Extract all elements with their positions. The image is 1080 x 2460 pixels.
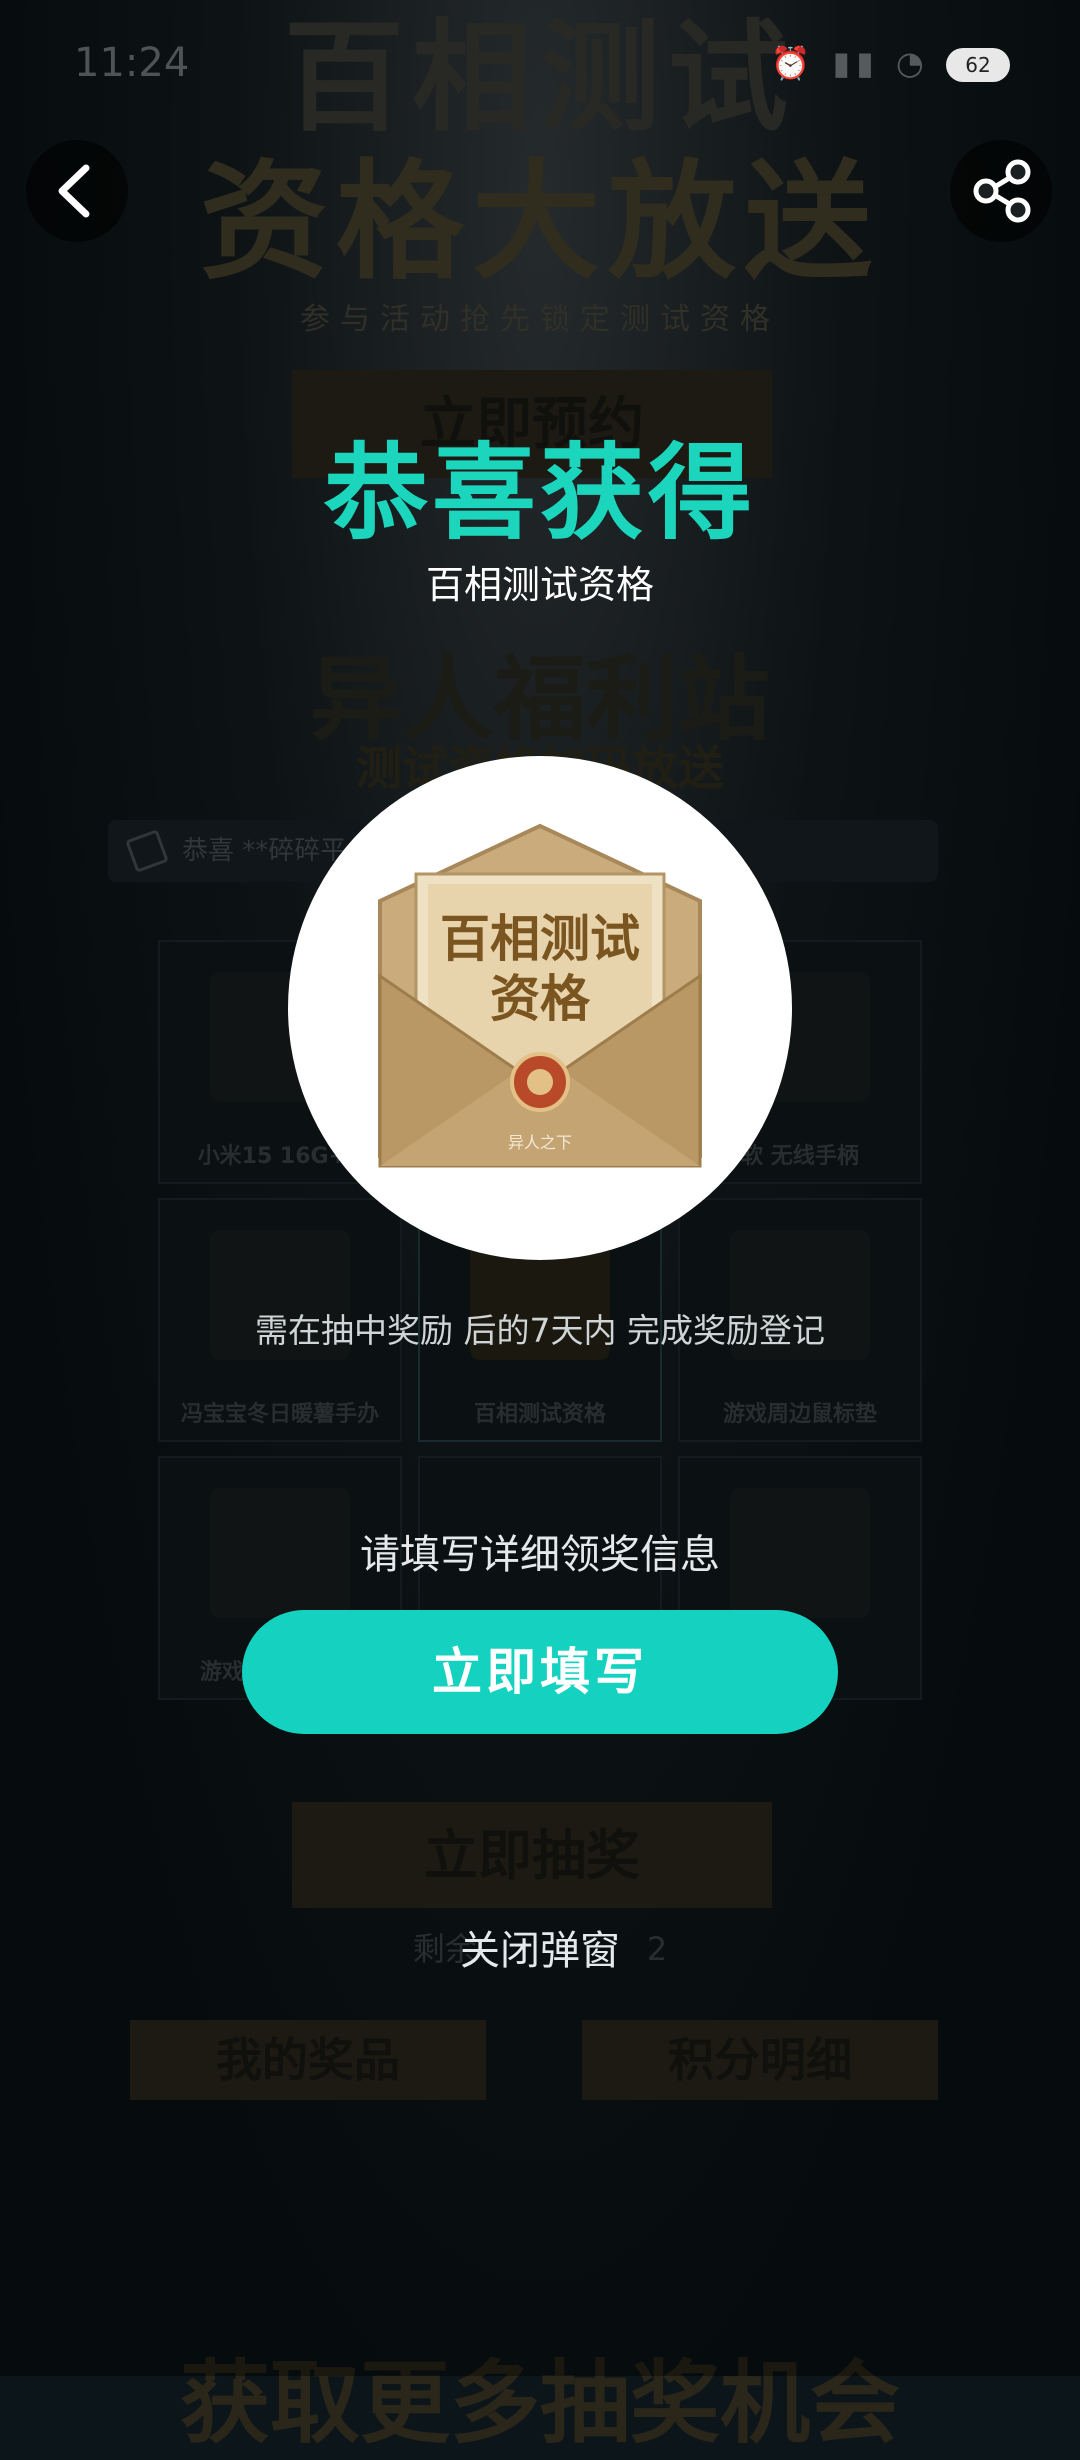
status-icons: ⏰ ▮▮ ◔ 62: [770, 44, 1010, 82]
envelope-icon: 百相测试 资格 异人之下: [378, 823, 702, 1168]
wifi-icon: ◔: [895, 44, 930, 82]
fill-info-tip: 请填写详细领奖信息: [360, 1532, 720, 1578]
congrats-heading: 恭喜获得: [323, 432, 756, 554]
prize-image: 百相测试 资格 异人之下: [288, 756, 792, 1260]
envelope-text-line1: 百相测试: [440, 909, 640, 968]
envelope-footer: 异人之下: [508, 1133, 572, 1152]
status-bar: 11:24 ⏰ ▮▮ ◔ 62: [0, 0, 1080, 120]
signal-icon: ▮▮: [832, 44, 880, 82]
prize-name: 百相测试资格: [425, 563, 654, 607]
fill-now-button[interactable]: 立即填写: [242, 1610, 838, 1734]
envelope-text-line2: 资格: [490, 969, 591, 1028]
close-popup-link[interactable]: 关闭弹窗: [0, 1918, 1080, 1976]
alarm-icon: ⏰: [770, 44, 817, 82]
battery-icon: 62: [946, 48, 1010, 82]
claim-deadline-note: 需在抽中奖励 后的7天内 完成奖励登记: [255, 1311, 825, 1350]
status-time: 11:24: [74, 40, 190, 86]
back-button[interactable]: [26, 140, 128, 242]
share-button[interactable]: [950, 140, 1052, 242]
share-icon: [973, 159, 1031, 223]
chevron-left-icon: [58, 164, 90, 218]
